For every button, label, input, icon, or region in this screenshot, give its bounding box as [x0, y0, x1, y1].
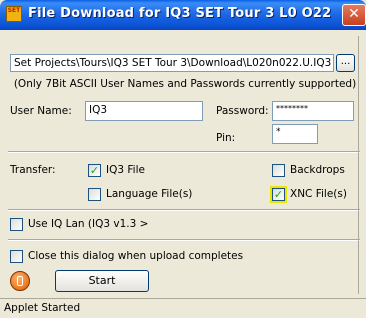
close-button[interactable]: ✕: [342, 4, 366, 26]
iq3-file-checkbox[interactable]: ✓: [88, 164, 101, 177]
use-iq-lan-checkbox[interactable]: [10, 218, 23, 231]
separator: [8, 239, 360, 241]
backdrops-label: Backdrops: [290, 164, 345, 176]
ascii-note: (Only 7Bit ASCII User Names and Password…: [13, 78, 357, 90]
username-field[interactable]: IQ3: [85, 101, 203, 121]
dialog-body: Set Projects\Tours\IQ3 SET Tour 3\Downlo…: [0, 30, 366, 318]
language-files-checkbox[interactable]: [88, 188, 101, 201]
status-bar: Applet Started: [0, 298, 366, 318]
use-iq-lan-label: Use IQ Lan (IQ3 v1.3 >: [28, 218, 149, 230]
separator: [8, 209, 360, 211]
close-when-done-checkbox[interactable]: [10, 250, 23, 263]
xnc-files-label: XNC File(s): [290, 188, 347, 200]
xnc-files-checkbox[interactable]: ✓: [270, 186, 287, 203]
set-app-icon: SET: [6, 6, 22, 22]
title-bar[interactable]: SET File Download for IQ3 SET Tour 3 L0 …: [0, 0, 366, 30]
language-files-label: Language File(s): [106, 188, 193, 200]
separator: [8, 151, 360, 153]
backdrops-checkbox[interactable]: [272, 164, 285, 177]
browse-button[interactable]: ...: [336, 54, 355, 72]
password-label: Password:: [216, 105, 269, 117]
download-path-field[interactable]: Set Projects\Tours\IQ3 SET Tour 3\Downlo…: [10, 54, 334, 72]
transfer-label: Transfer:: [10, 164, 56, 176]
stop-icon[interactable]: [10, 271, 30, 291]
pin-field[interactable]: *: [272, 124, 318, 144]
start-button[interactable]: Start: [55, 270, 149, 292]
username-label: User Name:: [10, 105, 72, 117]
password-field[interactable]: ********: [272, 101, 354, 121]
window-title: File Download for IQ3 SET Tour 3 L0 O22: [28, 6, 332, 21]
close-when-done-label: Close this dialog when upload completes: [28, 250, 244, 262]
pin-label: Pin:: [216, 132, 236, 144]
frame-border: [358, 36, 359, 294]
iq3-file-label: IQ3 File: [106, 164, 145, 176]
